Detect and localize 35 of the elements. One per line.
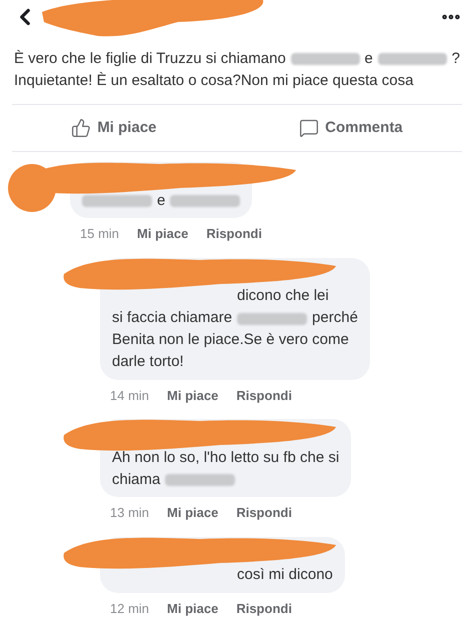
comment-text: così mi dicono xyxy=(237,565,333,586)
like-link[interactable]: Mi piace xyxy=(167,598,218,618)
comment-time: 12 min xyxy=(110,600,150,618)
comment-text: dicono che lei xyxy=(237,286,329,306)
speech-bubble-icon xyxy=(299,118,320,138)
like-link[interactable]: Mi piace xyxy=(137,224,188,244)
comment-text: Ah non lo so, l'ho letto su fb che si xyxy=(112,448,340,468)
blurred-text xyxy=(170,195,240,207)
blurred-text xyxy=(290,53,360,65)
like-link[interactable]: Mi piace xyxy=(167,503,218,522)
comment-time: 13 min xyxy=(110,504,150,522)
blurred-text xyxy=(165,474,236,486)
comment-text: Benita non le piace.Se è vero come xyxy=(112,330,349,350)
reply-link[interactable]: Rispondi xyxy=(236,386,292,405)
blurred-text xyxy=(82,195,152,207)
comment-text: e xyxy=(364,48,373,69)
reply-link[interactable]: Rispondi xyxy=(206,224,262,244)
like-button[interactable]: Mi piace xyxy=(63,112,164,144)
reply-link[interactable]: Rispondi xyxy=(236,598,292,618)
comment-text: Inquietante! È un esaltato o cosa?Non mi piace questa cosa xyxy=(14,70,414,91)
comment-button[interactable]: Commenta xyxy=(291,112,411,144)
comment-time: 15 min xyxy=(80,225,120,243)
comment-text: È vero che le figlie di Truzzu si chiamano xyxy=(14,48,286,69)
comment-text: e xyxy=(157,190,166,211)
blurred-text xyxy=(378,53,447,65)
thumbs-up-icon xyxy=(71,118,92,138)
comment-text: ? xyxy=(452,48,460,69)
blurred-text xyxy=(237,312,308,324)
comment-text: si faccia chiamare xyxy=(112,308,232,328)
comment-text: perché xyxy=(312,308,358,328)
comment-text: chiama xyxy=(112,470,160,490)
like-link[interactable]: Mi piace xyxy=(167,386,218,405)
comment-time: 14 min xyxy=(110,386,150,404)
comment-text: darle torto! xyxy=(112,352,184,372)
reply-link[interactable]: Rispondi xyxy=(236,503,292,522)
